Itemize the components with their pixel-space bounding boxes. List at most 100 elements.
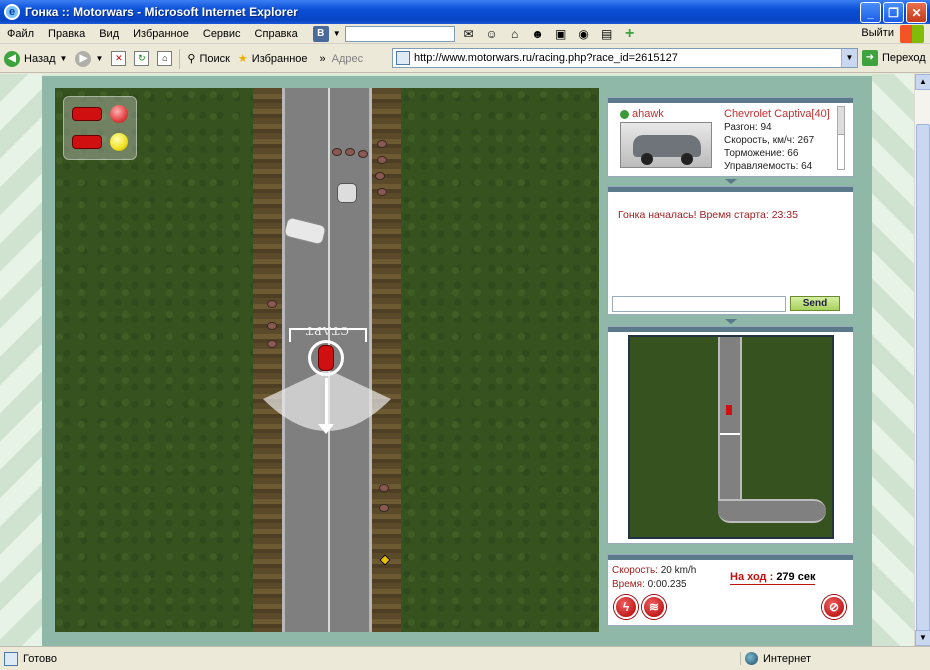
player-info-panel: ahawk Chevrolet Captiva[40] Разгон: 94 С… bbox=[607, 97, 854, 177]
time-row: Время: 0:00.235 bbox=[612, 579, 687, 590]
refresh-button[interactable]: ↻ bbox=[130, 51, 153, 66]
tire-barrier bbox=[379, 504, 389, 512]
home-icon[interactable]: ⌂ bbox=[506, 26, 524, 42]
menu-file[interactable]: Файл bbox=[0, 28, 41, 40]
globe-icon bbox=[745, 652, 758, 665]
stop-button[interactable]: ✕ bbox=[107, 51, 130, 66]
menu-view[interactable]: Вид bbox=[92, 28, 126, 40]
no-entry-icon: ⊘ bbox=[828, 600, 840, 614]
refresh-icon: ↻ bbox=[134, 51, 150, 66]
car-icon bbox=[72, 135, 102, 149]
turn-timer: На ход : 279 сек bbox=[730, 571, 816, 585]
search-button[interactable]: ⚲ Поиск bbox=[183, 52, 234, 66]
minimap-road bbox=[718, 499, 826, 523]
panel-header bbox=[608, 555, 853, 560]
page-scrollbar[interactable]: ▲ ▼ bbox=[914, 74, 930, 670]
stat-handling: Управляемость: 64 bbox=[724, 161, 813, 172]
stat-acceleration: Разгон: 94 bbox=[724, 122, 772, 133]
menu-bar: Файл Правка Вид Избранное Сервис Справка… bbox=[0, 24, 930, 44]
panel-header bbox=[608, 98, 853, 103]
speed-label: Скорость: bbox=[612, 565, 658, 576]
user-icon[interactable]: ☺ bbox=[483, 26, 501, 42]
send-button[interactable]: Send bbox=[790, 296, 840, 311]
tire-barrier bbox=[375, 172, 385, 180]
add-icon[interactable]: + bbox=[621, 25, 639, 42]
minimize-button[interactable]: _ bbox=[860, 2, 881, 23]
player-name-text: ahawk bbox=[632, 108, 664, 120]
arrow-down-icon bbox=[318, 424, 334, 434]
tire-barrier bbox=[377, 140, 387, 148]
status-text: Готово bbox=[23, 652, 57, 665]
lightning-icon: ϟ bbox=[622, 600, 630, 614]
background-decoration-left bbox=[0, 74, 42, 646]
chevron-down-icon[interactable]: ▼ bbox=[841, 49, 857, 67]
maximize-button[interactable]: ❐ bbox=[883, 2, 904, 23]
start-lights bbox=[63, 96, 137, 160]
go-label: Переход bbox=[882, 52, 926, 64]
panel-scrollbar[interactable] bbox=[837, 106, 845, 170]
chevron-down-icon[interactable]: ▼ bbox=[333, 29, 341, 38]
close-button[interactable]: ✕ bbox=[906, 2, 927, 23]
panel-connector-icon bbox=[724, 179, 738, 185]
player-name[interactable]: ahawk bbox=[620, 108, 664, 120]
notes-icon[interactable]: ▤ bbox=[598, 26, 616, 42]
go-button[interactable]: ➜ Переход bbox=[862, 50, 926, 66]
toolbar-separator bbox=[179, 48, 181, 69]
security-zone: Интернет bbox=[740, 652, 811, 665]
menu-edit[interactable]: Правка bbox=[41, 28, 92, 40]
race-track-view[interactable]: СТАРТ bbox=[55, 88, 599, 632]
horn-button[interactable]: ≋ bbox=[642, 595, 666, 619]
car-wheel bbox=[681, 153, 693, 165]
home-button[interactable]: ⌂ bbox=[153, 51, 176, 66]
address-bar[interactable]: http://www.motorwars.ru/racing.php?race_… bbox=[392, 48, 858, 68]
status-bar: Готово Интернет bbox=[0, 646, 930, 670]
time-label: Время: bbox=[612, 579, 645, 590]
scroll-down-icon[interactable]: ▼ bbox=[915, 630, 930, 646]
quit-race-button[interactable]: ⊘ bbox=[822, 595, 846, 619]
car-name[interactable]: Chevrolet Captiva[40] bbox=[724, 108, 830, 120]
exit-link[interactable]: Выйти bbox=[861, 27, 894, 39]
address-input[interactable]: http://www.motorwars.ru/racing.php?race_… bbox=[414, 52, 678, 64]
chevron-down-icon[interactable]: ▼ bbox=[60, 54, 68, 63]
tire-barrier bbox=[358, 150, 368, 158]
vk-search-input[interactable] bbox=[344, 25, 455, 42]
opponent-vehicle bbox=[337, 183, 357, 203]
mail-icon[interactable]: ✉ bbox=[460, 26, 478, 42]
minimap-panel bbox=[607, 326, 854, 544]
player-car[interactable] bbox=[318, 345, 334, 371]
search-label: Поиск bbox=[199, 52, 230, 65]
search-icon: ⚲ bbox=[187, 53, 196, 65]
scroll-up-icon[interactable]: ▲ bbox=[915, 74, 930, 90]
turn-value: 279 сек bbox=[776, 571, 816, 583]
stop-icon: ✕ bbox=[111, 51, 127, 66]
home-icon: ⌂ bbox=[157, 51, 173, 66]
panel-header bbox=[608, 187, 853, 192]
zone-label: Интернет bbox=[763, 652, 811, 665]
direction-arrow[interactable] bbox=[325, 378, 328, 426]
music-icon[interactable]: ◉ bbox=[575, 26, 593, 42]
panel-connector-icon bbox=[724, 319, 738, 325]
tire-barrier bbox=[377, 188, 387, 196]
tire-barrier bbox=[267, 300, 277, 308]
nitro-button[interactable]: ϟ bbox=[614, 595, 638, 619]
menu-favorites[interactable]: Избранное bbox=[126, 28, 196, 40]
friends-icon[interactable]: ☻ bbox=[529, 26, 547, 42]
chat-input[interactable] bbox=[612, 296, 786, 312]
car-image bbox=[620, 122, 712, 168]
scroll-thumb[interactable] bbox=[916, 124, 930, 670]
photo-icon[interactable]: ▣ bbox=[552, 26, 570, 42]
track-minimap[interactable] bbox=[628, 335, 834, 539]
menu-tools[interactable]: Сервис bbox=[196, 28, 248, 40]
tire-barrier bbox=[332, 148, 342, 156]
speed-row: Скорость: 20 km/h bbox=[612, 565, 696, 576]
forward-button[interactable]: ▶ ▼ bbox=[71, 50, 107, 67]
menu-help[interactable]: Справка bbox=[248, 28, 305, 40]
chevron-down-icon[interactable]: ▼ bbox=[95, 54, 103, 63]
toolbar-overflow-icon[interactable]: » bbox=[320, 53, 326, 65]
favorites-button[interactable]: ★ Избранное bbox=[234, 52, 312, 66]
windows-logo-icon bbox=[900, 25, 924, 43]
vk-logo-icon[interactable]: В bbox=[312, 25, 329, 42]
go-arrow-icon: ➜ bbox=[862, 50, 878, 66]
tire-barrier bbox=[267, 340, 277, 348]
back-button[interactable]: ◀ Назад ▼ bbox=[0, 50, 71, 67]
